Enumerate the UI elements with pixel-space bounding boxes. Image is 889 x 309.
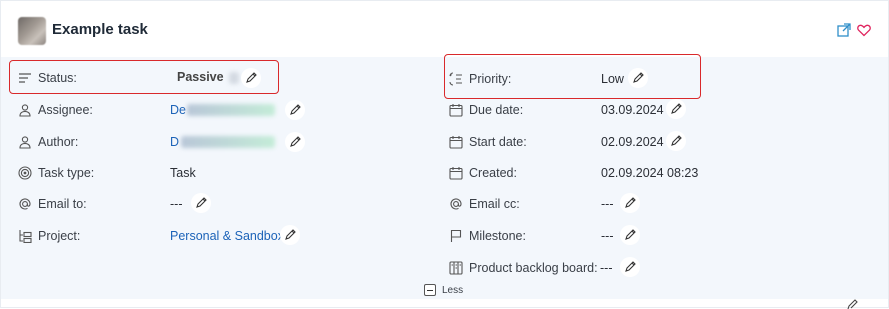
priority-label: Priority: bbox=[469, 72, 512, 86]
at-icon bbox=[450, 198, 462, 210]
project-link[interactable]: Personal & Sandbox bbox=[170, 229, 284, 243]
task-details: Status: Passive Assignee: De Author: D T… bbox=[1, 54, 888, 299]
edit-email-to-button[interactable] bbox=[191, 193, 211, 213]
edit-assignee-button[interactable] bbox=[285, 100, 305, 120]
email-to-value: --- bbox=[170, 197, 183, 211]
edit-due-date-button[interactable] bbox=[666, 99, 686, 119]
assignee-value[interactable]: De bbox=[170, 103, 186, 117]
email-to-label: Email to: bbox=[38, 197, 87, 211]
email-cc-label: Email cc: bbox=[469, 197, 520, 211]
heart-icon[interactable] bbox=[857, 23, 871, 37]
pencil-icon bbox=[285, 229, 296, 240]
pencil-icon bbox=[671, 103, 682, 114]
pencil-icon bbox=[633, 72, 644, 83]
edit-project-button[interactable] bbox=[280, 225, 300, 245]
start-date-value[interactable]: 02.09.2024 bbox=[601, 135, 664, 149]
author-name-redacted bbox=[181, 136, 275, 148]
email-cc-value: --- bbox=[601, 197, 614, 211]
edit-start-date-button[interactable] bbox=[666, 131, 686, 151]
flag-icon bbox=[450, 229, 462, 242]
edit-status-button[interactable] bbox=[241, 68, 261, 88]
calendar-icon bbox=[449, 167, 463, 180]
avatar bbox=[18, 17, 46, 45]
pencil-icon bbox=[196, 197, 207, 208]
collapse-icon bbox=[424, 284, 436, 296]
pencil-icon bbox=[671, 135, 682, 146]
status-value[interactable]: Passive bbox=[177, 70, 224, 84]
priority-value[interactable]: Low bbox=[601, 72, 624, 86]
due-date-label: Due date: bbox=[469, 103, 524, 117]
status-list-icon bbox=[19, 73, 31, 83]
task-header: Example task bbox=[1, 1, 888, 57]
milestone-label: Milestone: bbox=[469, 229, 526, 243]
start-date-label: Start date: bbox=[469, 135, 527, 149]
status-label: Status: bbox=[38, 71, 77, 85]
milestone-value: --- bbox=[601, 229, 614, 243]
task-card: Example task Status: Passive Assignee: D… bbox=[0, 0, 889, 309]
priority-icon bbox=[449, 72, 462, 86]
edit-email-cc-button[interactable] bbox=[620, 193, 640, 213]
product-backlog-board-value: --- bbox=[600, 261, 613, 275]
calendar-icon bbox=[449, 136, 463, 149]
task-type-value: Task bbox=[170, 166, 196, 180]
pencil-icon bbox=[290, 104, 301, 115]
pencil-icon bbox=[290, 136, 301, 147]
created-value: 02.09.2024 08:23 bbox=[601, 166, 699, 180]
product-backlog-board-label: Product backlog board: bbox=[469, 261, 598, 275]
pencil-icon bbox=[246, 72, 257, 83]
calendar-icon bbox=[449, 104, 463, 117]
edit-author-button[interactable] bbox=[285, 132, 305, 152]
assignee-name-redacted bbox=[187, 104, 275, 116]
less-toggle[interactable]: Less bbox=[424, 284, 463, 296]
created-label: Created: bbox=[469, 166, 517, 180]
task-type-label: Task type: bbox=[38, 166, 95, 180]
user-icon bbox=[19, 104, 31, 117]
due-date-value[interactable]: 03.09.2024 bbox=[601, 103, 664, 117]
board-icon bbox=[449, 261, 463, 275]
edit-milestone-button[interactable] bbox=[620, 225, 640, 245]
assignee-label: Assignee: bbox=[38, 103, 93, 117]
less-label: Less bbox=[442, 284, 464, 296]
pencil-icon bbox=[625, 261, 636, 272]
at-icon bbox=[19, 198, 31, 210]
open-external-icon[interactable] bbox=[837, 23, 851, 37]
pencil-icon bbox=[625, 229, 636, 240]
user-icon bbox=[19, 136, 31, 149]
author-value[interactable]: D bbox=[170, 135, 179, 149]
task-type-icon bbox=[18, 166, 32, 180]
status-extra bbox=[229, 72, 239, 84]
edit-priority-button[interactable] bbox=[628, 68, 648, 88]
edit-product-backlog-board-button[interactable] bbox=[620, 257, 640, 277]
pencil-icon bbox=[625, 197, 636, 208]
project-tree-icon bbox=[19, 230, 32, 243]
author-label: Author: bbox=[38, 135, 79, 149]
task-title: Example task bbox=[52, 21, 148, 38]
project-label: Project: bbox=[38, 229, 81, 243]
